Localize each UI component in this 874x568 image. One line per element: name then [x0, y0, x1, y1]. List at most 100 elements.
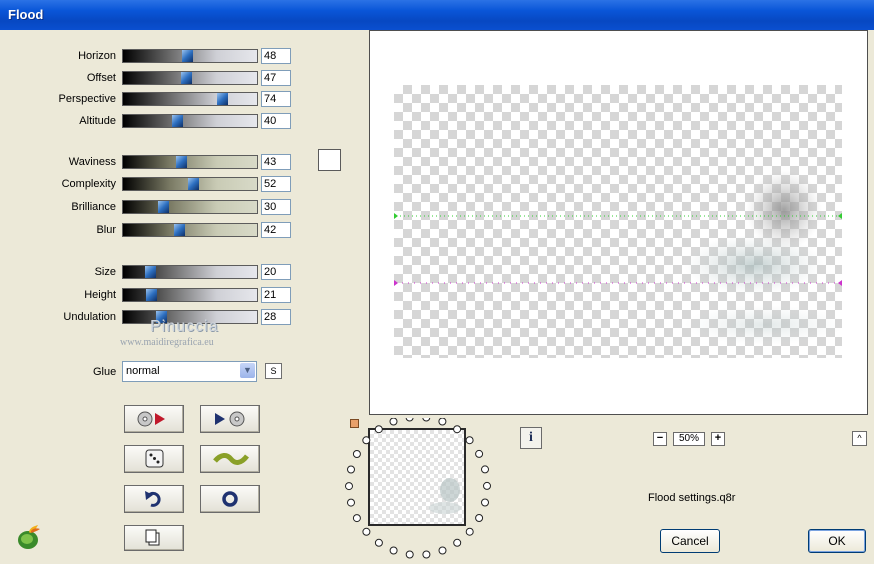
height-slider[interactable] — [122, 288, 258, 302]
dial-dot[interactable] — [481, 465, 489, 474]
preview-canvas[interactable] — [394, 85, 842, 358]
dial-dot[interactable] — [453, 425, 462, 434]
blur-value-field[interactable]: 42 — [261, 222, 291, 238]
window-title: Flood — [8, 7, 44, 22]
slider-row-blur: Blur 42 — [0, 222, 300, 239]
perspective-slider[interactable] — [122, 92, 258, 106]
waviness-value-field[interactable]: 43 — [261, 154, 291, 170]
size-slider[interactable] — [122, 265, 258, 279]
copy-button[interactable] — [124, 525, 184, 551]
size-slider-thumb[interactable] — [144, 266, 156, 278]
altitude-value-field[interactable]: 40 — [261, 113, 291, 129]
info-icon: i — [529, 430, 533, 445]
zoom-level: 50% — [673, 432, 705, 446]
slider-row-brilliance: Brilliance 30 — [0, 199, 300, 216]
settings-file-label: Flood settings.q8r — [648, 492, 736, 504]
altitude-slider[interactable] — [122, 114, 258, 128]
height-label: Height — [84, 289, 116, 301]
slider-row-complexity: Complexity 52 — [0, 176, 300, 193]
dial-dot[interactable] — [352, 450, 361, 458]
dial-dot[interactable] — [481, 498, 489, 507]
undo-button[interactable] — [124, 485, 184, 513]
title-bar[interactable]: Flood — [0, 0, 874, 30]
brilliance-label: Brilliance — [71, 201, 116, 213]
perspective-value-field[interactable]: 74 — [261, 91, 291, 107]
offset-value-field[interactable]: 47 — [261, 70, 291, 86]
ok-button[interactable]: OK — [808, 529, 866, 553]
brilliance-value-field[interactable]: 30 — [261, 199, 291, 215]
cancel-button[interactable]: Cancel — [660, 529, 720, 553]
altitude-label: Altitude — [79, 115, 116, 127]
horizon-slider[interactable] — [122, 49, 258, 63]
brilliance-slider-thumb[interactable] — [158, 201, 170, 213]
reset-button[interactable] — [200, 485, 260, 513]
complexity-value-field[interactable]: 52 — [261, 176, 291, 192]
offset-slider-thumb[interactable] — [180, 72, 192, 84]
horizon-slider-thumb[interactable] — [182, 50, 194, 62]
dial-dot[interactable] — [465, 527, 474, 536]
undulation-value-field[interactable]: 28 — [261, 309, 291, 325]
height-value-field[interactable]: 21 — [261, 287, 291, 303]
horizon-label: Horizon — [78, 50, 116, 62]
dial-dot[interactable] — [422, 550, 431, 559]
dial-dot[interactable] — [438, 418, 447, 426]
dial-dot[interactable] — [438, 546, 447, 555]
slider-row-waviness: Waviness 43 — [0, 154, 300, 171]
glue-value: normal — [126, 365, 160, 377]
preview-area[interactable] — [369, 30, 868, 415]
dial-dot[interactable] — [389, 546, 398, 555]
chevron-down-icon[interactable]: ▼ — [240, 363, 255, 378]
dial-dot[interactable] — [483, 481, 491, 490]
size-value-field[interactable]: 20 — [261, 264, 291, 280]
dial-dot[interactable] — [347, 465, 355, 474]
height-slider-thumb[interactable] — [146, 289, 158, 301]
waviness-slider-thumb[interactable] — [175, 156, 187, 168]
undulation-label: Undulation — [63, 311, 116, 323]
dial-dot[interactable] — [405, 418, 414, 422]
complexity-slider-thumb[interactable] — [187, 178, 199, 190]
collapse-button[interactable]: ^ — [852, 431, 867, 446]
brilliance-slider[interactable] — [122, 200, 258, 214]
complexity-slider[interactable] — [122, 177, 258, 191]
dial-dot[interactable] — [374, 425, 383, 434]
blur-slider-thumb[interactable] — [174, 224, 186, 236]
zoom-out-button[interactable]: − — [653, 432, 667, 446]
dial-dot[interactable] — [453, 538, 462, 547]
flood-dialog: Flood Horizon 48 Offset 47 Perspective 74 Alti… — [0, 0, 874, 564]
offset-slider[interactable] — [122, 71, 258, 85]
flood-color-swatch[interactable] — [318, 149, 341, 171]
altitude-slider-thumb[interactable] — [171, 115, 183, 127]
undo-icon — [145, 491, 161, 507]
arrow-disk-icon — [215, 411, 245, 427]
load-preset-button[interactable] — [124, 405, 184, 433]
zoom-in-button[interactable]: + — [711, 432, 725, 446]
dial-dot[interactable] — [475, 514, 484, 522]
dial-dot[interactable] — [362, 527, 371, 536]
dial-dot[interactable] — [475, 449, 484, 458]
blur-label: Blur — [96, 224, 116, 236]
navigator-dial[interactable] — [338, 418, 498, 568]
glue-select[interactable]: normal ▼ — [122, 361, 257, 382]
wave-button[interactable] — [200, 445, 260, 473]
horizon-value-field[interactable]: 48 — [261, 48, 291, 64]
dial-dot[interactable] — [362, 436, 371, 445]
wave-icon — [213, 453, 249, 465]
dial-dot[interactable] — [347, 498, 355, 507]
blur-slider[interactable] — [122, 223, 258, 237]
save-preset-button[interactable] — [200, 405, 260, 433]
watermark-name: Pinuccia — [150, 318, 219, 335]
perspective-slider-thumb[interactable] — [217, 93, 229, 105]
dial-dot[interactable] — [422, 418, 431, 422]
random-button[interactable] — [124, 445, 184, 473]
flaming-pear-logo — [18, 525, 40, 549]
dial-dot[interactable] — [405, 550, 414, 559]
dial-dot[interactable] — [389, 418, 398, 426]
glue-label: Glue — [93, 366, 117, 378]
info-button[interactable]: i — [520, 427, 542, 449]
dial-dot[interactable] — [465, 436, 474, 445]
glue-s-button[interactable]: S — [265, 363, 282, 379]
dial-dot[interactable] — [345, 482, 353, 491]
dial-dot[interactable] — [352, 514, 361, 523]
dial-dot[interactable] — [374, 538, 383, 547]
waviness-slider[interactable] — [122, 155, 258, 169]
